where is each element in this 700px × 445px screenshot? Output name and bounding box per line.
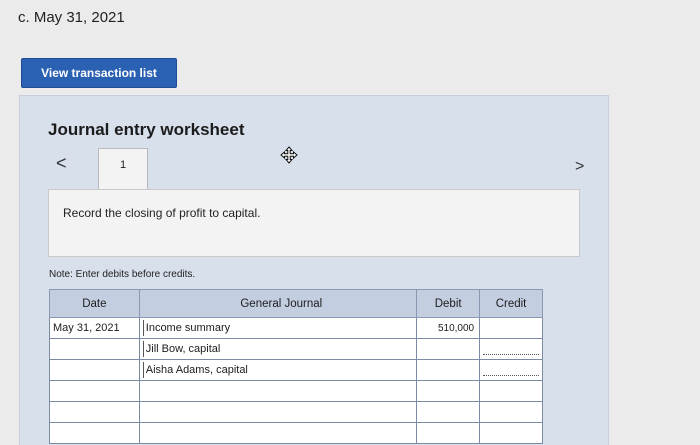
credit-cell[interactable] (479, 422, 543, 444)
table-row (49, 380, 543, 402)
note-text: Note: Enter debits before credits. (49, 269, 196, 280)
account-cell[interactable] (138, 422, 418, 444)
journal-entry-worksheet: Journal entry worksheet < 1 > Record the… (19, 95, 609, 445)
table-row: Aisha Adams, capital (49, 359, 543, 381)
account-cell[interactable] (138, 401, 418, 423)
header-general-journal: General Journal (138, 289, 418, 318)
instruction-text: Record the closing of profit to capital. (63, 206, 261, 220)
move-cursor-icon (280, 146, 298, 164)
date-cell[interactable] (49, 359, 140, 381)
debit-cell[interactable] (416, 401, 481, 423)
debit-cell[interactable] (416, 422, 481, 444)
account-cell[interactable]: Income summary (138, 317, 418, 339)
date-cell[interactable] (49, 338, 140, 360)
account-cell[interactable] (138, 380, 418, 402)
account-cell[interactable]: Jill Bow, capital (138, 338, 418, 360)
journal-header-row: Date General Journal Debit Credit (49, 289, 543, 318)
credit-cell[interactable] (479, 338, 543, 360)
debit-cell[interactable] (416, 338, 481, 360)
header-credit: Credit (479, 289, 543, 318)
debit-cell[interactable]: 510,000 (416, 317, 481, 339)
header-debit: Debit (416, 289, 481, 318)
date-cell[interactable] (49, 401, 140, 423)
next-entry-arrow[interactable]: > (575, 158, 584, 176)
entry-tab-1[interactable]: 1 (98, 148, 148, 190)
credit-cell[interactable] (479, 317, 543, 339)
header-date: Date (49, 289, 140, 318)
date-cell[interactable] (49, 380, 140, 402)
part-heading: c. May 31, 2021 (18, 9, 125, 26)
general-journal-table: Date General Journal Debit Credit May 31… (49, 289, 543, 444)
credit-cell[interactable] (479, 380, 543, 402)
table-row: Jill Bow, capital (49, 338, 543, 360)
previous-entry-arrow[interactable]: < (56, 153, 67, 174)
table-row (49, 422, 543, 444)
account-cell[interactable]: Aisha Adams, capital (138, 359, 418, 381)
date-cell[interactable] (49, 422, 140, 444)
worksheet-title: Journal entry worksheet (48, 120, 245, 139)
table-row (49, 401, 543, 423)
table-row: May 31, 2021 Income summary 510,000 (49, 317, 543, 339)
debit-cell[interactable] (416, 359, 481, 381)
credit-cell[interactable] (479, 359, 543, 381)
date-cell[interactable]: May 31, 2021 (49, 317, 140, 339)
instruction-box: Record the closing of profit to capital. (48, 189, 580, 257)
credit-cell[interactable] (479, 401, 543, 423)
view-transaction-list-button[interactable]: View transaction list (21, 58, 177, 88)
debit-cell[interactable] (416, 380, 481, 402)
